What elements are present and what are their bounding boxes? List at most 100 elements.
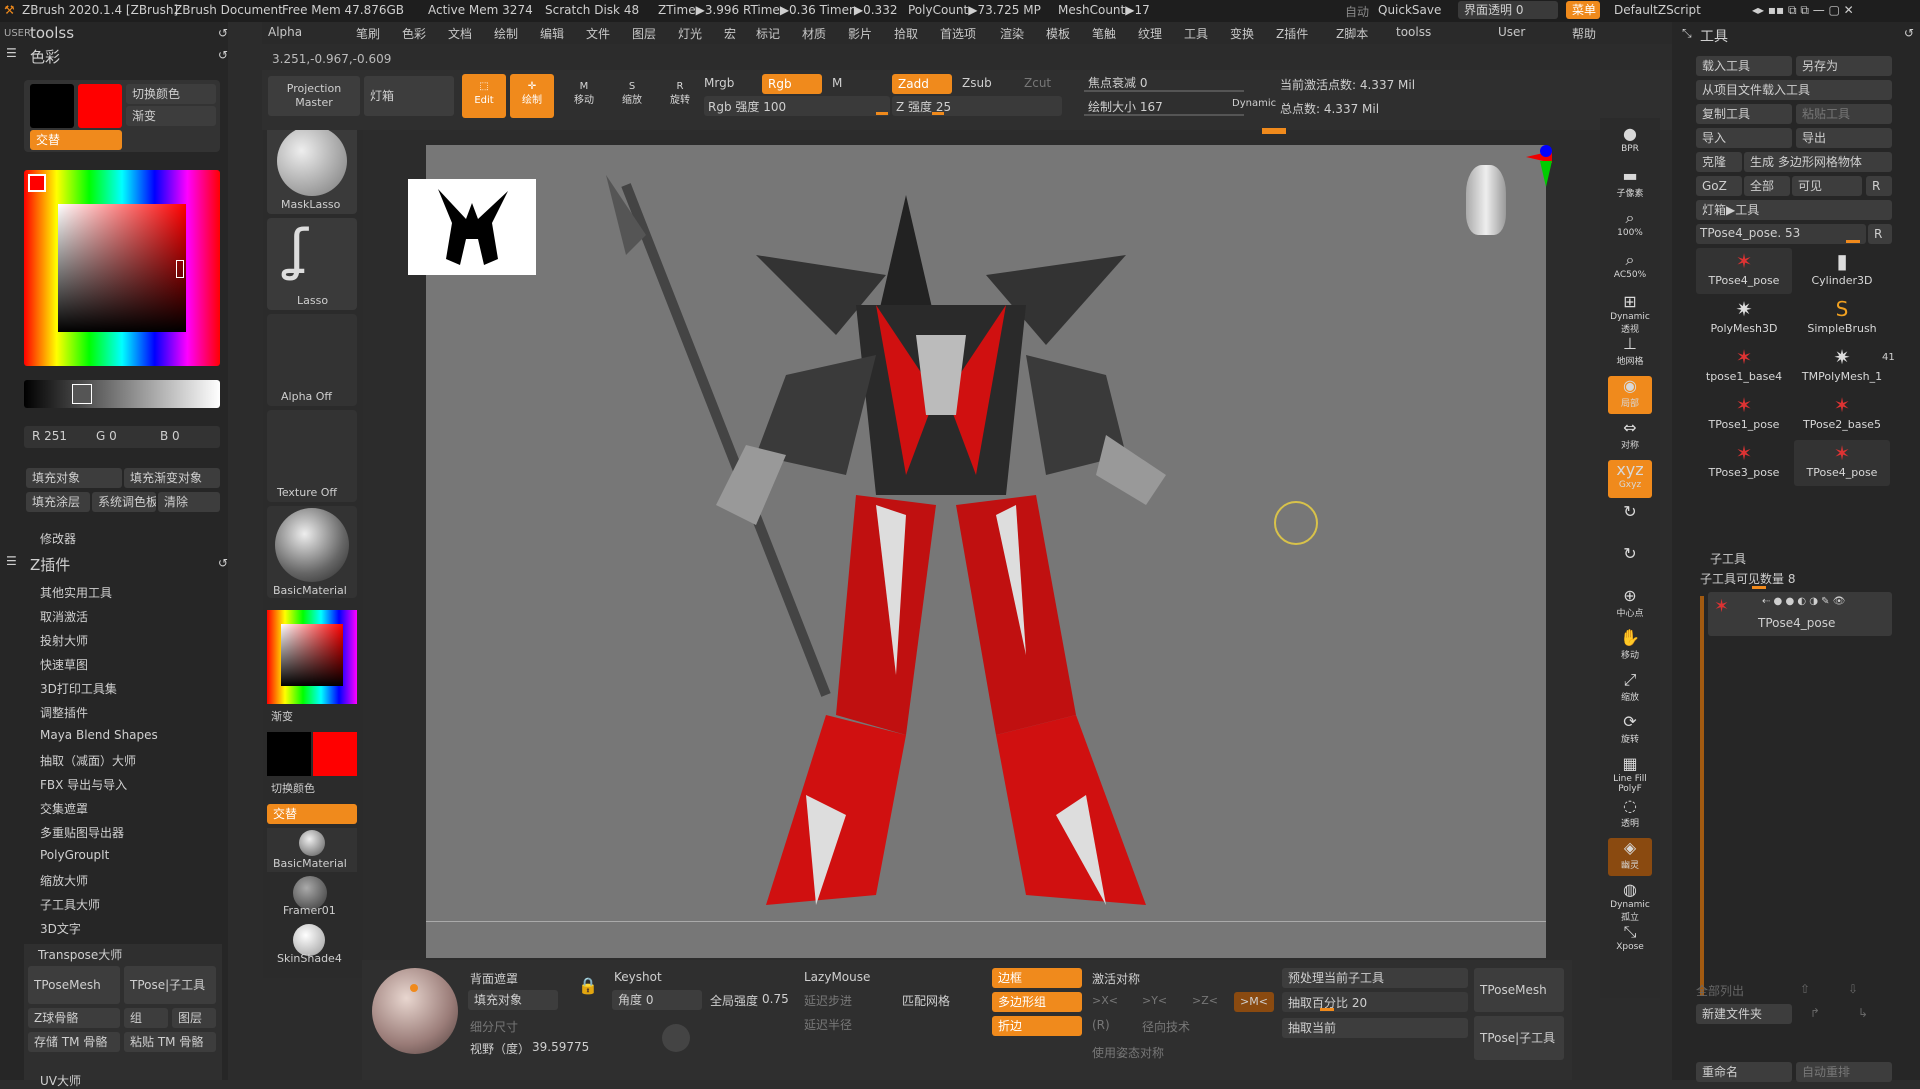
right-shelf-button[interactable]: xyz Gxyz <box>1608 460 1652 498</box>
uv-master-item[interactable]: UV大师 <box>40 1072 81 1089</box>
auto-reorder-button[interactable]: 自动重排 <box>1796 1062 1892 1082</box>
head-navigation-widget[interactable] <box>1456 165 1516 245</box>
subtool-visible-count-slider[interactable]: 子工具可见数量 8 <box>1696 568 1892 589</box>
tool-thumbnail[interactable]: ✷ TMPolyMesh_1 <box>1794 344 1890 390</box>
right-shelf-button[interactable]: ◉ 局部 <box>1608 376 1652 414</box>
tposemesh-button[interactable]: TPoseMesh <box>1474 968 1564 1012</box>
paste-tm-skeleton-button[interactable]: 粘贴 TM 骨骼 <box>124 1032 216 1052</box>
fill-gradient-object-button[interactable]: 填充渐变对象 <box>124 468 220 488</box>
menu-item[interactable]: 文档 <box>448 25 472 42</box>
right-shelf-button[interactable]: ⤢ 缩放 <box>1608 670 1652 708</box>
menu-item[interactable]: 首选项 <box>940 25 976 42</box>
right-shelf-button[interactable]: ▬ 子像素 <box>1608 166 1652 204</box>
menu-item[interactable]: 材质 <box>802 25 826 42</box>
fov-value[interactable]: 39.59775 <box>532 1040 589 1054</box>
y-symmetry[interactable]: >Y< <box>1142 994 1167 1007</box>
refresh-icon[interactable]: ↺ <box>218 556 228 570</box>
frame-button[interactable]: 边框 <box>992 968 1082 988</box>
alpha-thumb[interactable]: Alpha Off <box>267 314 357 406</box>
right-shelf-button[interactable]: ◈ 幽灵 <box>1608 838 1652 876</box>
default-zscript[interactable]: DefaultZScript <box>1614 3 1701 17</box>
fov-label[interactable]: 视野（度） <box>470 1040 530 1057</box>
saturation-value-square[interactable] <box>58 204 186 332</box>
r-value[interactable]: R 251 <box>32 429 67 443</box>
right-shelf-button[interactable]: ✋ 移动 <box>1608 628 1652 666</box>
quicksave-button[interactable]: QuickSave <box>1378 3 1441 17</box>
refresh-icon[interactable]: ↺ <box>1904 26 1914 40</box>
detail-size-label[interactable]: 细分尺寸 <box>470 1018 518 1035</box>
export-button[interactable]: 导出 <box>1796 128 1892 148</box>
draw-size-slider[interactable]: 绘制大小 167 <box>1084 96 1244 116</box>
menu-item[interactable]: User <box>1498 25 1525 39</box>
save-tm-skeleton-button[interactable]: 存储 TM 骨骼 <box>28 1032 120 1052</box>
mini-secondary-swatch[interactable] <box>267 732 311 776</box>
keyshot-logo-icon[interactable] <box>662 1024 690 1052</box>
menu-item[interactable]: Alpha <box>268 25 302 39</box>
right-shelf-button[interactable]: ⌕ AC50% <box>1608 250 1652 288</box>
menu-item[interactable]: 绘制 <box>494 25 518 42</box>
tool-thumbnail[interactable]: ✶ TPose4_pose <box>1696 248 1792 294</box>
material2-thumb[interactable]: BasicMaterial <box>267 828 357 872</box>
load-tool-button[interactable]: 载入工具 <box>1696 56 1792 76</box>
right-shelf-button[interactable]: ⌕ 100% <box>1608 208 1652 246</box>
clone-button[interactable]: 克隆 <box>1696 152 1742 172</box>
radial-label[interactable]: 径向技术 <box>1142 1018 1190 1035</box>
make-polymesh-button[interactable]: 生成 多边形网格物体 <box>1744 152 1892 172</box>
focal-shift-slider[interactable]: 焦点衰减 0 <box>1084 72 1244 92</box>
b-value[interactable]: B 0 <box>160 429 180 443</box>
axis-gizmo-icon[interactable] <box>1526 145 1556 195</box>
plugin-item[interactable]: FBX 导出与导入 <box>40 776 127 793</box>
back-mask-label[interactable]: 背面遮罩 <box>470 970 518 987</box>
right-shelf-button[interactable]: ↻ <box>1608 502 1652 540</box>
polygroup-button[interactable]: 多边形组 <box>992 992 1082 1012</box>
menu-item[interactable]: toolss <box>1396 25 1431 39</box>
subtool-scrollbar[interactable] <box>1700 596 1704 996</box>
dynamic-toggle[interactable]: Dynamic <box>1232 98 1276 109</box>
rgb-button[interactable]: Rgb <box>762 74 822 94</box>
interface-transparency-slider[interactable]: 界面透明 0 <box>1458 1 1558 19</box>
zcut-button[interactable]: Zcut <box>1024 76 1051 90</box>
right-shelf-button[interactable]: ▦ Line Fill PolyF <box>1608 754 1652 794</box>
plugin-item[interactable]: 取消激活 <box>40 608 88 625</box>
mini-color-picker[interactable] <box>267 610 357 704</box>
list-all-button[interactable]: 全部列出 <box>1696 982 1744 999</box>
menu-item[interactable]: 笔触 <box>1092 25 1116 42</box>
menu-item[interactable]: 图层 <box>632 25 656 42</box>
menu-item[interactable]: 色彩 <box>402 25 426 42</box>
tool-thumbnail[interactable]: ✶ tpose1_base4 <box>1696 344 1792 390</box>
lazymouse-label[interactable]: LazyMouse <box>804 970 870 984</box>
group-button[interactable]: 组 <box>124 1008 168 1028</box>
lightbox-button[interactable]: 灯箱 <box>364 76 454 116</box>
fill-object-button[interactable]: 填充对象 <box>468 990 558 1010</box>
subtool-visibility-icons[interactable]: ⇠ ● ● ◐ ◑ ✎ 👁 <box>1762 596 1845 607</box>
rgb-sliders[interactable]: R 251 G 0 B 0 <box>24 426 220 448</box>
right-shelf-button[interactable]: ◍ Dynamic 孤立 <box>1608 880 1652 923</box>
z-symmetry[interactable]: >Z< <box>1192 994 1218 1007</box>
angle-slider[interactable]: 角度 0 <box>612 990 702 1010</box>
right-shelf-button[interactable]: ⟳ 旋转 <box>1608 712 1652 750</box>
tool-thumbnail[interactable]: ✷ PolyMesh3D <box>1696 296 1792 342</box>
paste-tool-button[interactable]: 粘贴工具 <box>1796 104 1892 124</box>
material-preview-sphere[interactable] <box>372 968 458 1054</box>
zadd-button[interactable]: Zadd <box>892 74 952 94</box>
robot-model-render[interactable] <box>606 175 1266 935</box>
folder-in-icon[interactable]: ↱ <box>1810 1006 1820 1020</box>
menu-item[interactable]: 变换 <box>1230 25 1254 42</box>
tool-thumbnail[interactable]: ✶ TPose4_pose <box>1794 440 1890 486</box>
z-intensity-slider[interactable]: Z 强度 25 <box>892 96 1062 116</box>
extract-percent-slider[interactable]: 抽取百分比 20 <box>1282 992 1468 1012</box>
menu-item[interactable]: 文件 <box>586 25 610 42</box>
tool-thumbnail[interactable]: ✶ TPose3_pose <box>1696 440 1792 486</box>
x-symmetry[interactable]: >X< <box>1092 994 1118 1007</box>
mask-lasso-thumb[interactable]: MaskLasso <box>267 122 357 214</box>
window-controls-icon[interactable]: ◂▸ ▪▪ ⧉ ⧉ — ▢ ✕ <box>1752 3 1854 18</box>
right-shelf-button[interactable]: ⇔ 对称 <box>1608 418 1652 456</box>
texture-thumb[interactable]: Texture Off <box>267 410 357 502</box>
color-picker-hue-ring[interactable] <box>24 170 220 366</box>
import-button[interactable]: 导入 <box>1696 128 1792 148</box>
fill-object-button[interactable]: 填充对象 <box>26 468 122 488</box>
menu-item[interactable]: 标记 <box>756 25 780 42</box>
right-shelf-button[interactable]: ⊞ Dynamic 透视 <box>1608 292 1652 335</box>
folder-out-icon[interactable]: ↳ <box>1858 1006 1868 1020</box>
plugin-item[interactable]: Maya Blend Shapes <box>40 728 158 742</box>
